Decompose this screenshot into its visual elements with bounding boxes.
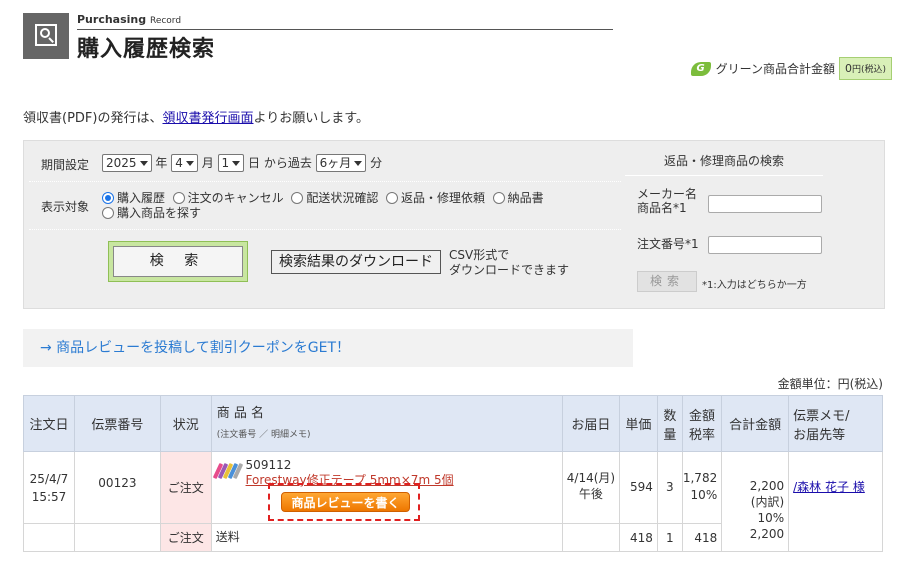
return-search-note: *1:入力はどちらか一方 xyxy=(702,280,807,291)
radio-icon xyxy=(385,192,398,204)
radio-icon xyxy=(172,192,185,204)
radio-delivery[interactable]: 配送状況確認 xyxy=(291,191,378,205)
receipt-link[interactable]: 領収書発行画面 xyxy=(162,111,253,126)
write-review-button[interactable]: 商品レビューを書く xyxy=(281,492,410,512)
download-note: CSV形式で ダウンロードできます xyxy=(449,248,570,277)
status-badge: ご注文 xyxy=(159,523,212,552)
unit-price: 594 xyxy=(618,451,658,524)
slip-number: 00123 xyxy=(73,451,161,524)
receipt-note: 領収書(PDF)の発行は、領収書発行画面よりお願いします。 xyxy=(23,111,369,126)
page-icon xyxy=(23,13,69,59)
radio-find-product[interactable]: 購入商品を探す xyxy=(102,206,201,220)
return-search-button[interactable]: 検索 xyxy=(637,271,697,292)
col-delivery: お届日 xyxy=(561,395,620,452)
magnifier-icon xyxy=(40,28,50,38)
col-price: 単価 xyxy=(618,395,658,452)
col-date: 注文日 xyxy=(23,395,75,452)
green-total: G グリーン商品合計金額 0円(税込) xyxy=(690,57,892,80)
green-total-amount: 0円(税込) xyxy=(838,57,892,80)
memo-cell: /森林 花子 様 xyxy=(788,451,883,552)
page-title: 購入履歴検索 xyxy=(77,37,216,62)
search-button[interactable]: 検 索 xyxy=(108,241,248,282)
return-search: 返品・修理商品の検索 メーカー名 商品名*1 注文番号*1 検索 *1:入力はどち… xyxy=(625,146,823,303)
radio-return[interactable]: 返品・修理依頼 xyxy=(385,191,485,205)
radio-icon xyxy=(102,192,114,204)
coupon-banner[interactable]: → 商品レビューを投稿して割引クーポンをGET！ xyxy=(23,329,633,367)
product-code: 509112 xyxy=(245,458,292,472)
radio-icon xyxy=(102,207,114,219)
table-row: 25/4/7 15:57 00123 ご注文 509112 Forestway修正… xyxy=(23,451,883,552)
product-thumbnail[interactable] xyxy=(212,462,243,480)
page-subtitle: Purchasing Record xyxy=(77,13,182,26)
review-highlight: 商品レビューを書く xyxy=(268,483,420,521)
col-qty: 数量 xyxy=(656,395,683,452)
period-label: 期間設定 xyxy=(41,158,90,172)
maker-input[interactable] xyxy=(708,195,822,213)
return-search-title: 返品・修理商品の検索 xyxy=(625,146,823,176)
shipping-name: 送料 xyxy=(210,523,563,552)
order-date: 25/4/7 15:57 xyxy=(23,451,75,524)
quantity: 3 xyxy=(656,451,683,524)
total-amount: 2,200 (内訳) 10% 2,200 xyxy=(721,451,790,552)
col-total: 合計金額 xyxy=(721,395,790,452)
currency-unit: 金額単位：円(税込) xyxy=(777,377,883,391)
header-rule xyxy=(77,29,613,30)
delivery-date: 4/14(月) 午後 xyxy=(561,451,620,524)
status-badge: ご注文 xyxy=(159,451,212,524)
day-select[interactable]: 1 xyxy=(217,154,245,172)
radio-invoice[interactable]: 納品書 xyxy=(492,191,544,205)
shipping-amount: 418 xyxy=(681,523,723,552)
order-number-label: 注文番号*1 xyxy=(637,237,699,251)
radio-icon xyxy=(291,192,304,204)
col-status: 状況 xyxy=(159,395,212,452)
order-table: 注文日 伝票番号 状況 商 品 名 (注文番号 ／ 明細メモ) お届日 単価 数量… xyxy=(23,395,883,552)
shipping-price: 418 xyxy=(618,523,658,552)
amount: 1,782 10% xyxy=(681,451,723,524)
year-select[interactable]: 2025 xyxy=(102,154,152,172)
range-select[interactable]: 6ヶ月 xyxy=(315,154,367,172)
download-button[interactable]: 検索結果のダウンロード xyxy=(271,250,441,274)
search-panel: 期間設定 2025 年 4 月 1 日 から過去 6ヶ月 分 表示対象 購入履歴… xyxy=(23,140,885,309)
col-product: 商 品 名 (注文番号 ／ 明細メモ) xyxy=(210,395,563,452)
col-memo: 伝票メモ/お届先等 xyxy=(788,395,883,452)
recipient-link[interactable]: /森林 花子 様 xyxy=(793,480,865,494)
radio-cancel[interactable]: 注文のキャンセル xyxy=(172,191,284,205)
maker-label: メーカー名 商品名*1 xyxy=(637,187,698,215)
col-slip: 伝票番号 xyxy=(73,395,161,452)
month-select[interactable]: 4 xyxy=(171,154,198,172)
radio-icon xyxy=(492,192,505,204)
order-number-input[interactable] xyxy=(708,236,822,254)
shipping-qty: 1 xyxy=(656,523,683,552)
radio-purchase[interactable]: 購入履歴 xyxy=(102,191,165,205)
target-label: 表示対象 xyxy=(41,200,90,214)
green-total-label: グリーン商品合計金額 xyxy=(715,62,835,76)
col-amount: 金額 税率 xyxy=(681,395,723,452)
green-leaf-icon: G xyxy=(690,61,711,76)
